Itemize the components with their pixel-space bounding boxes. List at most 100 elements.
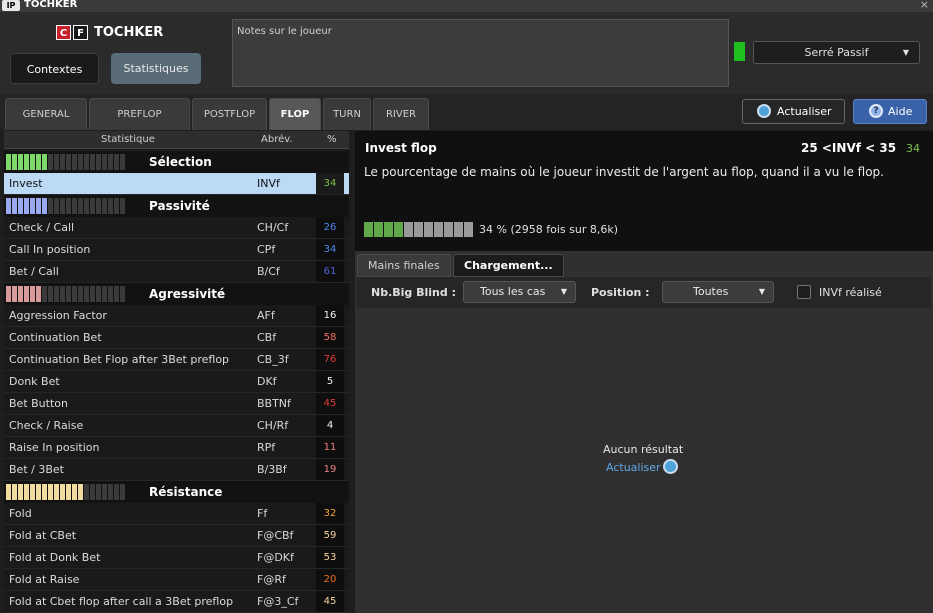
stat-abbr: INVf bbox=[257, 177, 280, 190]
contextes-button[interactable]: Contextes bbox=[10, 53, 99, 84]
stat-row-fold-cbet[interactable]: Fold at CBet F@CBf 59 bbox=[4, 525, 349, 547]
status-indicator bbox=[734, 42, 745, 61]
title-bar: IP TOCHKER × bbox=[0, 0, 933, 12]
stat-value: 5 bbox=[316, 371, 344, 392]
bar-segment bbox=[12, 484, 17, 500]
logo-f: F bbox=[73, 25, 88, 40]
position-filter-label: Position : bbox=[591, 286, 650, 299]
profile-dropdown[interactable]: Serré Passif ▼ bbox=[753, 41, 920, 64]
stat-value: 59 bbox=[316, 525, 344, 546]
stat-row-fold-donk[interactable]: Fold at Donk Bet F@DKf 53 bbox=[4, 547, 349, 569]
bar-segment bbox=[108, 484, 113, 500]
detail-description: Le pourcentage de mains où le joueur inv… bbox=[364, 165, 884, 179]
statistiques-button[interactable]: Statistiques bbox=[111, 53, 201, 84]
stat-row-cbet-after-3bet[interactable]: Continuation Bet Flop after 3Bet preflop… bbox=[4, 349, 349, 371]
bar-segment bbox=[72, 286, 77, 302]
position-filter-dropdown[interactable]: Toutes ▼ bbox=[662, 281, 774, 303]
logo-c: C bbox=[56, 25, 71, 40]
bar-segment bbox=[54, 154, 59, 170]
detail-progress-bar bbox=[364, 222, 474, 237]
stat-name: Check / Raise bbox=[9, 419, 84, 432]
stat-row-check-call[interactable]: Check / Call CH/Cf 26 bbox=[4, 217, 349, 239]
stat-row-invest[interactable]: Invest INVf 34 bbox=[4, 173, 349, 195]
tab-mains-finales[interactable]: Mains finales bbox=[357, 254, 451, 277]
stat-row-fold-cbet-3bet[interactable]: Fold at Cbet flop after call a 3Bet pref… bbox=[4, 591, 349, 613]
invf-checkbox-label: INVf réalisé bbox=[819, 286, 882, 299]
stat-row-fold[interactable]: Fold Ff 32 bbox=[4, 503, 349, 525]
stat-row-continuation-bet[interactable]: Continuation Bet CBf 58 bbox=[4, 327, 349, 349]
bar-segment bbox=[42, 484, 47, 500]
bar-segment bbox=[42, 198, 47, 214]
bb-filter-dropdown[interactable]: Tous les cas ▼ bbox=[463, 281, 576, 303]
refresh-results-link[interactable]: Actualiser bbox=[606, 461, 661, 474]
bar-segment bbox=[30, 154, 35, 170]
bar-segment bbox=[120, 484, 125, 500]
stat-value: 61 bbox=[316, 261, 344, 282]
stat-row-check-raise[interactable]: Check / Raise CH/Rf 4 bbox=[4, 415, 349, 437]
refresh-button[interactable]: Actualiser bbox=[742, 99, 845, 124]
bar-segment bbox=[60, 484, 65, 500]
detail-progress-text: 34 % (2958 fois sur 8,6k) bbox=[479, 223, 618, 236]
bar-segment bbox=[66, 484, 71, 500]
stat-value: 26 bbox=[316, 217, 344, 238]
bar-segment bbox=[24, 154, 29, 170]
bar-segment bbox=[102, 286, 107, 302]
stat-name: Fold at Raise bbox=[9, 573, 80, 586]
stat-name: Fold at Donk Bet bbox=[9, 551, 101, 564]
header: C F TOCHKER Contextes Statistiques Notes… bbox=[0, 12, 933, 94]
progress-segment bbox=[464, 222, 473, 237]
bar-segment bbox=[12, 286, 17, 302]
tab-river[interactable]: RIVER bbox=[373, 98, 429, 130]
bar-segment bbox=[30, 484, 35, 500]
help-icon: ? bbox=[869, 104, 883, 118]
stat-row-aggression-factor[interactable]: Aggression Factor AFf 16 bbox=[4, 305, 349, 327]
tab-flop[interactable]: FLOP bbox=[269, 98, 321, 130]
tab-preflop[interactable]: PREFLOP bbox=[89, 98, 190, 130]
stat-row-raise-in-position[interactable]: Raise In position RPf 11 bbox=[4, 437, 349, 459]
bar-segment bbox=[6, 154, 11, 170]
stat-abbr: BBTNf bbox=[257, 397, 291, 410]
bar-segment bbox=[60, 154, 65, 170]
tab-chargement[interactable]: Chargement... bbox=[453, 254, 564, 277]
tab-postflop[interactable]: POSTFLOP bbox=[192, 98, 267, 130]
stat-name: Invest bbox=[9, 177, 43, 190]
stat-value: 19 bbox=[316, 459, 344, 480]
bar-segment bbox=[24, 484, 29, 500]
stat-row-bet-button[interactable]: Bet Button BBTNf 45 bbox=[4, 393, 349, 415]
stat-row-bet-3bet[interactable]: Bet / 3Bet B/3Bf 19 bbox=[4, 459, 349, 481]
stat-value: 34 bbox=[316, 239, 344, 260]
stats-table: Statistique Abrév. % Sélection Invest IN… bbox=[4, 131, 349, 613]
help-button[interactable]: ? Aide bbox=[853, 99, 927, 124]
bar-segment bbox=[96, 484, 101, 500]
bar-segment bbox=[72, 484, 77, 500]
refresh-icon[interactable] bbox=[663, 459, 678, 474]
detail-panel: Invest flop 25 <INVf < 35 34 Le pourcent… bbox=[355, 131, 933, 613]
tab-general[interactable]: GENERAL bbox=[5, 98, 87, 130]
bar-segment bbox=[24, 198, 29, 214]
stat-name: Continuation Bet Flop after 3Bet preflop bbox=[9, 353, 230, 366]
bar-segment bbox=[18, 154, 23, 170]
bar-segment bbox=[18, 198, 23, 214]
invf-checkbox[interactable] bbox=[797, 285, 811, 299]
progress-segment bbox=[434, 222, 443, 237]
bar-segment bbox=[102, 154, 107, 170]
refresh-label: Actualiser bbox=[777, 105, 832, 118]
stat-row-bet-call[interactable]: Bet / Call B/Cf 61 bbox=[4, 261, 349, 283]
bar-segment bbox=[114, 198, 119, 214]
player-notes-field[interactable]: Notes sur le joueur bbox=[232, 19, 729, 87]
logo-name: TOCHKER bbox=[94, 25, 164, 40]
bar-segment bbox=[120, 154, 125, 170]
bar-segment bbox=[24, 286, 29, 302]
section-bar bbox=[6, 154, 126, 170]
close-icon[interactable]: × bbox=[920, 0, 929, 11]
stat-value: 53 bbox=[316, 547, 344, 568]
stat-abbr: RPf bbox=[257, 441, 276, 454]
stat-name: Donk Bet bbox=[9, 375, 60, 388]
stat-row-call-in-position[interactable]: Call In position CPf 34 bbox=[4, 239, 349, 261]
stat-row-donk-bet[interactable]: Donk Bet DKf 5 bbox=[4, 371, 349, 393]
section-label: Passivité bbox=[149, 199, 210, 213]
stat-row-fold-raise[interactable]: Fold at Raise F@Rf 20 bbox=[4, 569, 349, 591]
tab-turn[interactable]: TURN bbox=[323, 98, 371, 130]
stat-abbr: CB_3f bbox=[257, 353, 289, 366]
bb-filter-value: Tous les cas bbox=[480, 285, 546, 298]
